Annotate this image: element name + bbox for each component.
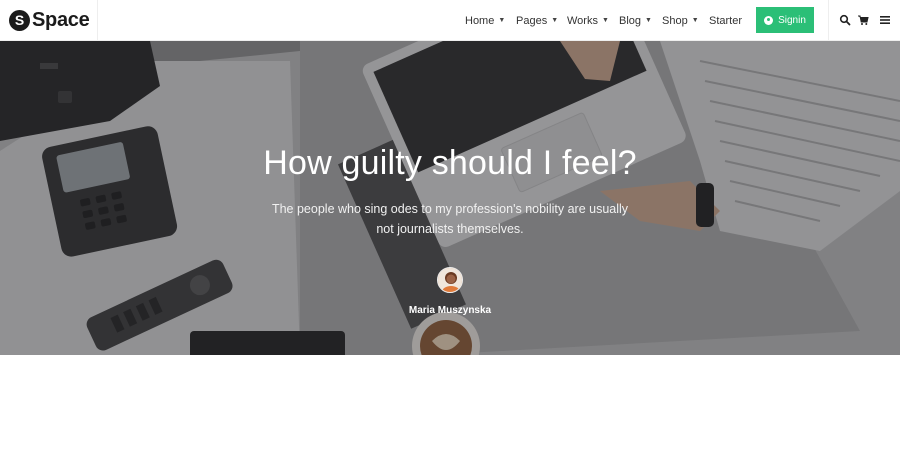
author-avatar[interactable]	[437, 267, 463, 293]
brand-mark-icon: S	[9, 9, 30, 31]
chevron-down-icon: ▼	[601, 17, 609, 24]
nav-item-label: Shop	[662, 14, 688, 27]
hero-subtitle: The people who sing odes to my professio…	[271, 202, 629, 236]
cart-icon[interactable]	[857, 14, 869, 26]
hero-section: How guilty should I feel? The people who…	[0, 41, 900, 355]
nav-item-label: Pages	[516, 14, 548, 27]
author-name[interactable]: Maria Muszynska	[0, 305, 900, 316]
top-navbar: S Space Home ▼ Pages ▼ Works ▼ Blog ▼ Shop ▼ …	[0, 0, 900, 41]
nav-item-pages[interactable]: Pages ▼	[516, 15, 558, 27]
signin-button[interactable]: Signin	[756, 7, 814, 33]
nav-item-works[interactable]: Works ▼	[567, 15, 609, 27]
menu-icon[interactable]	[879, 14, 891, 26]
chevron-down-icon: ▼	[645, 17, 652, 24]
nav-item-home[interactable]: Home ▼	[465, 15, 505, 27]
nav-item-label: Home	[465, 14, 495, 27]
search-icon[interactable]	[839, 14, 851, 26]
brand-logo[interactable]: S Space	[0, 0, 98, 41]
brand-name: Space	[32, 8, 90, 31]
nav-item-label: Blog	[619, 14, 642, 27]
chevron-down-icon: ▼	[551, 17, 559, 24]
nav-item-shop[interactable]: Shop ▼	[662, 15, 699, 27]
header-tools	[828, 0, 900, 41]
user-icon	[764, 15, 774, 25]
hero-title: How guilty should I feel?	[263, 144, 637, 182]
signin-label: Signin	[778, 14, 806, 26]
nav-item-starter[interactable]: Starter	[709, 15, 742, 27]
nav-item-blog[interactable]: Blog ▼	[619, 15, 652, 27]
chevron-down-icon: ▼	[498, 17, 506, 24]
nav-item-label: Works	[567, 14, 598, 27]
chevron-down-icon: ▼	[691, 17, 699, 24]
nav-item-label: Starter	[709, 14, 743, 27]
